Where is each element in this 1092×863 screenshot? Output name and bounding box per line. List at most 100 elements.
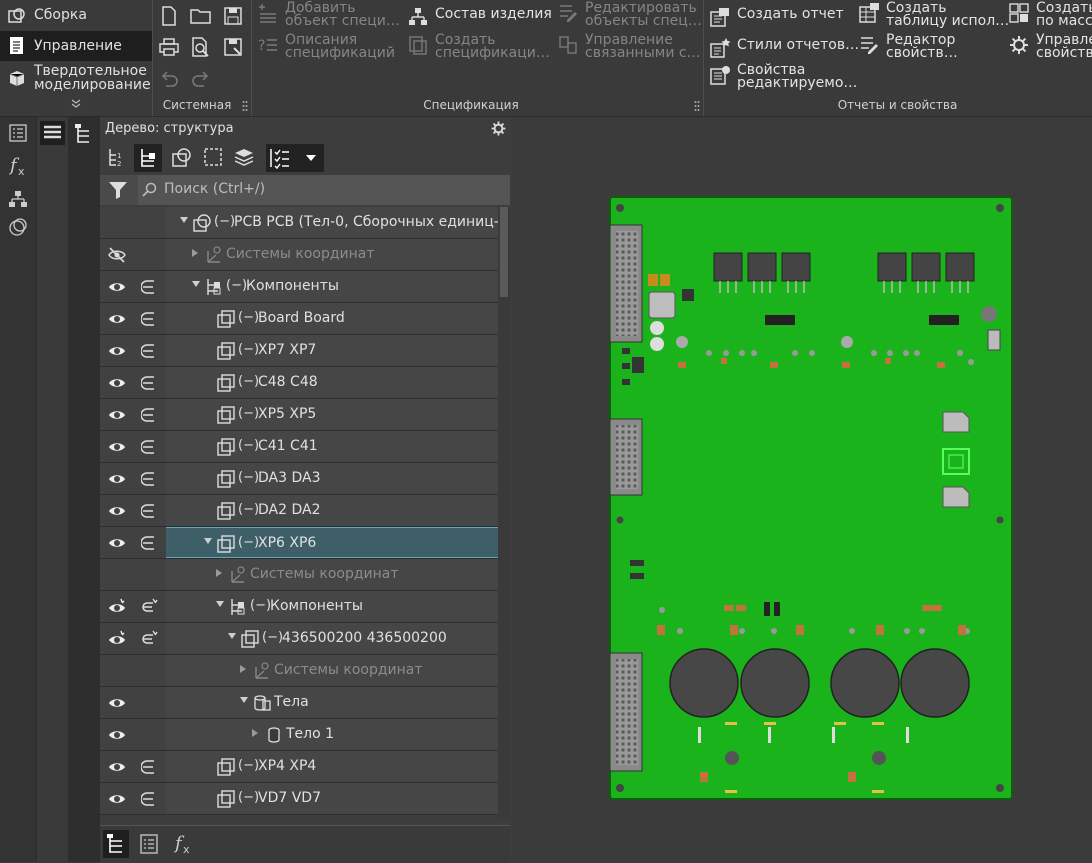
include-in-spec-icon[interactable] <box>141 374 159 392</box>
mode-tab-management[interactable]: Управление <box>0 31 152 61</box>
include-in-spec-icon[interactable] <box>141 534 159 552</box>
row-content[interactable]: (−) DA2 DA2 <box>166 495 498 526</box>
tree-row[interactable]: (−) DA2 DA2 <box>100 495 498 527</box>
row-content[interactable]: (−) VD7 VD7 <box>166 783 498 814</box>
group-grip-icon[interactable] <box>242 100 248 112</box>
eye-visible-icon[interactable] <box>108 694 126 712</box>
redo-icon[interactable] <box>190 68 212 90</box>
eye-visible-icon[interactable] <box>108 342 126 360</box>
properties-list-icon[interactable] <box>140 834 158 854</box>
tree-row[interactable]: (−) Компоненты <box>100 271 498 303</box>
collapse-arrow-icon[interactable] <box>228 633 236 639</box>
tree-row[interactable]: (−)PCB PCB (Тел-0, Сборочных единиц-12… <box>100 207 500 239</box>
eye-visible-icon[interactable] <box>108 438 126 456</box>
tree-row[interactable]: (−) Board Board <box>100 303 498 335</box>
create-usage-table-button[interactable]: Создать таблицу испол… <box>858 1 1009 28</box>
expand-arrow-icon[interactable] <box>192 249 198 257</box>
spec-descriptions-button[interactable]: ? Описания спецификаций <box>257 33 395 60</box>
tree-row[interactable]: (−) XP4 XP4 <box>100 751 498 783</box>
include-in-spec-icon[interactable] <box>141 278 159 296</box>
report-styles-button[interactable]: Стили отчетов… <box>709 37 859 59</box>
manage-properties-button[interactable]: Управле… свойства… <box>1008 33 1092 60</box>
row-content[interactable]: (−) Компоненты <box>166 271 498 302</box>
list-view-icon[interactable] <box>40 121 65 145</box>
mode-tab-assembly[interactable]: Сборка <box>0 0 152 30</box>
row-content[interactable]: (−) C41 C41 <box>166 431 498 462</box>
tree-row[interactable]: Тело 1 <box>100 719 498 751</box>
eye-visible-icon[interactable] <box>108 406 126 424</box>
tree-row[interactable]: (−) VD7 VD7 <box>100 783 498 815</box>
include-in-spec-icon[interactable] <box>141 342 159 360</box>
assembly-view-icon[interactable] <box>170 146 192 168</box>
tree-row[interactable]: Тела <box>100 687 498 719</box>
properties-editor-button[interactable]: Редактор свойств… <box>858 33 958 60</box>
create-report-button[interactable]: Создать отчет <box>709 6 844 28</box>
function-fx-icon[interactable]: fx <box>9 153 29 177</box>
include-in-spec-icon[interactable] <box>141 438 159 456</box>
row-content[interactable]: (−) XP6 XP6 <box>166 527 498 558</box>
eye-visible-icon[interactable] <box>108 758 126 776</box>
preview-icon[interactable] <box>189 36 211 58</box>
eye-visible-icon[interactable] <box>108 598 126 616</box>
component-xp6-highlighted[interactable] <box>942 448 970 475</box>
eye-visible-icon[interactable] <box>108 726 126 744</box>
save-icon[interactable] <box>222 5 244 27</box>
group-grip-icon[interactable] <box>694 100 700 112</box>
expand-arrow-icon[interactable] <box>252 729 258 737</box>
eye-visible-icon[interactable] <box>108 790 126 808</box>
product-composition-button[interactable]: Состав изделия <box>407 6 552 28</box>
row-content[interactable]: (−) XP4 XP4 <box>166 751 498 782</box>
eye-visible-icon[interactable] <box>108 502 126 520</box>
component-c41[interactable] <box>942 486 970 508</box>
tree-row[interactable]: (−) C41 C41 <box>100 431 498 463</box>
row-content[interactable]: (−)PCB PCB (Тел-0, Сборочных единиц-12… <box>166 207 500 238</box>
mass-create-button[interactable]: Создать по масс… <box>1008 1 1092 28</box>
mode-tab-solid-modeling[interactable]: Твердотельное моделирование <box>0 62 152 94</box>
row-content[interactable]: (−) Компоненты <box>166 591 498 622</box>
row-content[interactable]: (−) XP5 XP5 <box>166 399 498 430</box>
print-icon[interactable] <box>158 36 180 58</box>
selection-frame-icon[interactable] <box>202 146 224 168</box>
include-in-spec-icon[interactable] <box>141 502 159 520</box>
include-in-spec-icon[interactable] <box>141 758 159 776</box>
expand-modes-chevron-icon[interactable] <box>70 98 82 110</box>
row-content[interactable]: (−) DA3 DA3 <box>166 463 498 494</box>
scrollbar-thumb[interactable] <box>500 207 508 297</box>
variables-fx-icon[interactable]: fx <box>174 831 194 855</box>
eye-visible-icon[interactable] <box>108 534 126 552</box>
connector-xp5[interactable] <box>609 418 643 496</box>
eye-visible-icon[interactable] <box>108 310 126 328</box>
pcb-board-model[interactable] <box>512 117 1092 862</box>
include-in-spec-icon[interactable] <box>141 470 159 488</box>
collapse-arrow-icon[interactable] <box>240 697 248 703</box>
connector-xp4[interactable] <box>609 652 643 772</box>
tree-row[interactable]: (−) Компоненты <box>100 591 498 623</box>
tree-scrollbar[interactable] <box>498 207 510 819</box>
include-in-spec-icon[interactable] <box>141 310 159 328</box>
eye-visible-icon[interactable] <box>108 630 126 648</box>
collapse-arrow-icon[interactable] <box>204 538 212 544</box>
search-input[interactable]: Поиск (Ctrl+/) <box>138 175 510 205</box>
eye-visible-icon[interactable] <box>108 470 126 488</box>
undo-icon[interactable] <box>158 68 180 90</box>
tree-row[interactable]: (−) XP7 XP7 <box>100 335 498 367</box>
layers-icon[interactable] <box>8 217 28 237</box>
eye-hidden-icon[interactable] <box>108 246 126 264</box>
structure-view-icon[interactable] <box>134 144 162 172</box>
edit-spec-objects-button[interactable]: Редактировать объекты спец… <box>557 1 702 28</box>
create-specifications-button[interactable]: Создать спецификаци… <box>407 33 550 60</box>
include-in-spec-icon[interactable] <box>141 598 159 616</box>
hierarchy-icon[interactable] <box>8 189 28 209</box>
layers-stack-icon[interactable] <box>233 146 255 168</box>
tree-row[interactable]: Системы координат <box>100 559 498 591</box>
row-content[interactable]: Тело 1 <box>166 719 498 750</box>
editable-properties-button[interactable]: Свойства редактируемо… <box>709 63 857 90</box>
collapse-arrow-icon[interactable] <box>180 217 188 223</box>
expand-arrow-icon[interactable] <box>216 569 222 577</box>
filter-funnel-icon[interactable] <box>108 181 128 199</box>
row-content[interactable]: (−) XP7 XP7 <box>166 335 498 366</box>
tree-row-selected[interactable]: (−) XP6 XP6 <box>100 527 498 559</box>
row-content[interactable]: Системы координат <box>166 655 498 686</box>
row-content[interactable]: (−) C48 C48 <box>166 367 498 398</box>
eye-visible-icon[interactable] <box>108 374 126 392</box>
